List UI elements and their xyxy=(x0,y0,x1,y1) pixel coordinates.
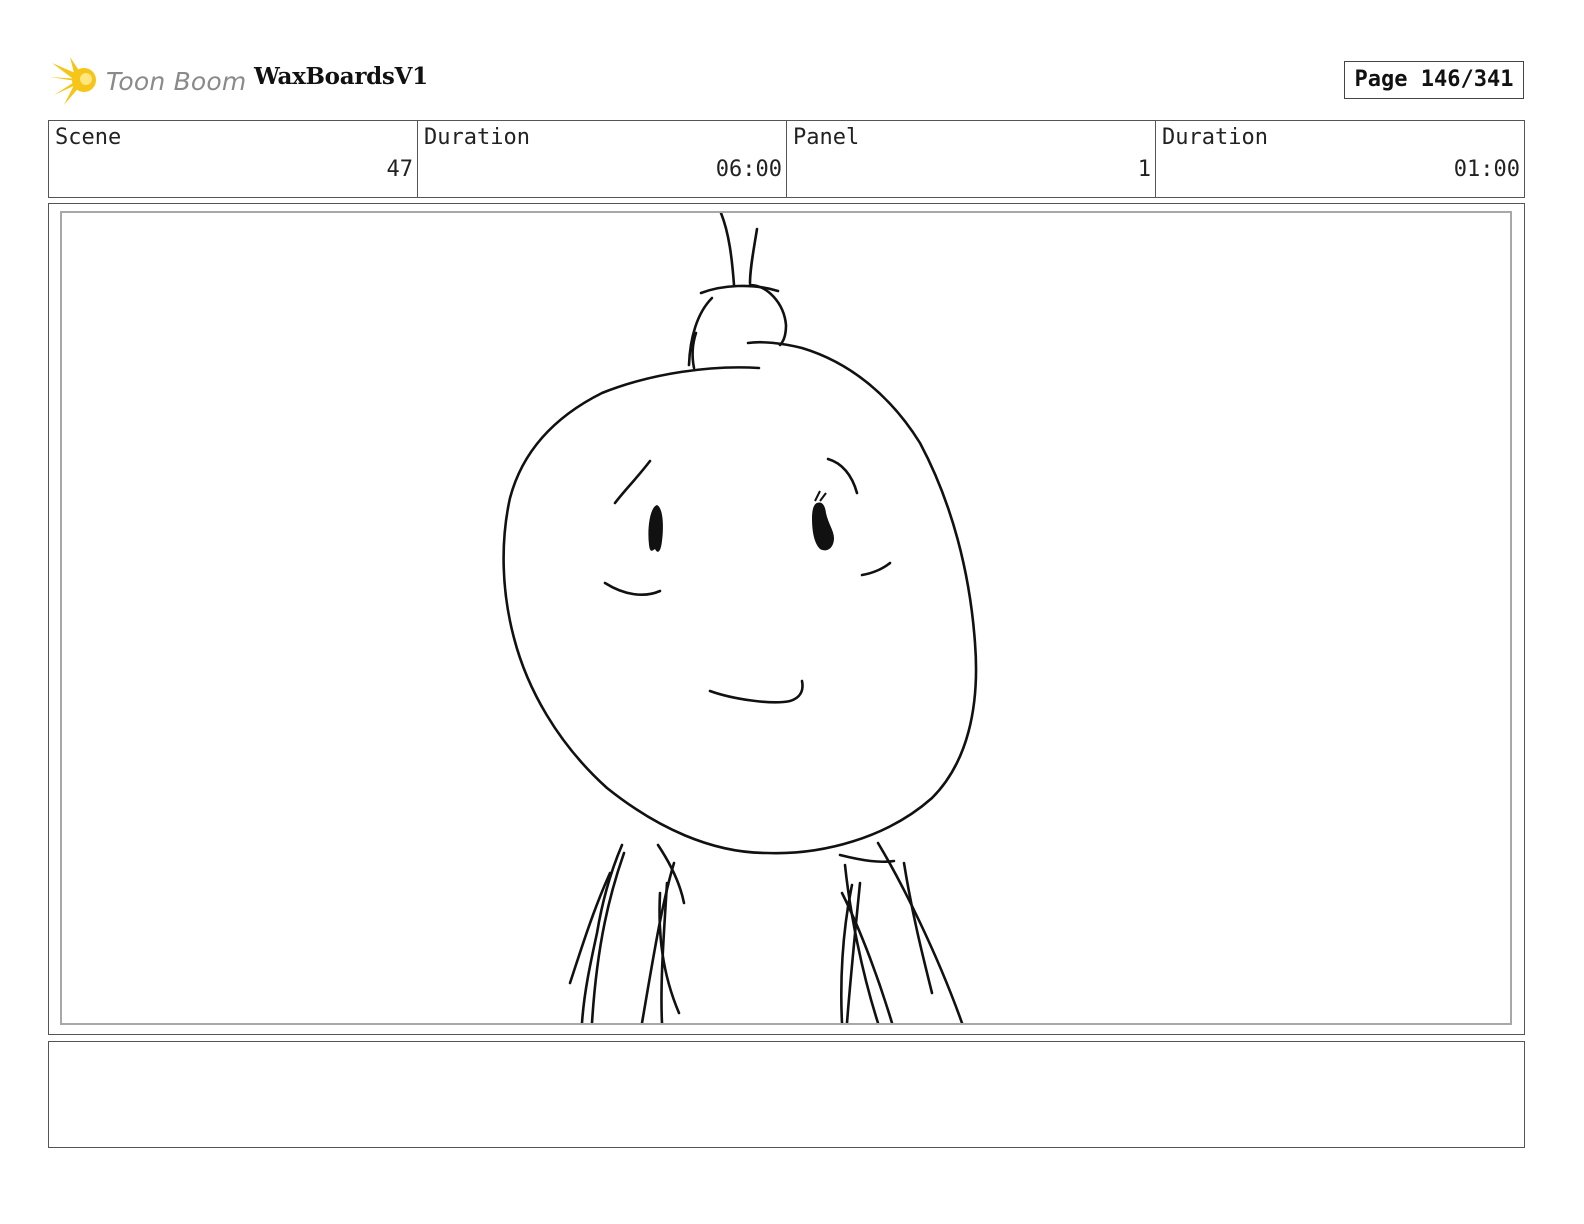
panel-label: Panel xyxy=(793,125,860,150)
scene-duration-label: Duration xyxy=(424,125,530,150)
starburst-icon xyxy=(50,57,96,105)
panel-info-row: Scene 47 Duration 06:00 Panel 1 Duration… xyxy=(48,120,1525,198)
character-sketch xyxy=(502,213,978,1023)
panel-duration-cell: Duration 01:00 xyxy=(1156,121,1524,197)
panel-cell: Panel 1 xyxy=(787,121,1156,197)
scene-duration-cell: Duration 06:00 xyxy=(418,121,787,197)
panel-image-area xyxy=(60,211,1512,1025)
panel-duration-label: Duration xyxy=(1162,125,1268,150)
scene-duration-value: 06:00 xyxy=(715,157,782,182)
logo-text: Toon Boom xyxy=(106,66,247,96)
toon-boom-logo: Toon Boom xyxy=(50,55,246,107)
panel-value: 1 xyxy=(1137,157,1151,182)
scene-cell: Scene 47 xyxy=(49,121,418,197)
page-number: Page 146/341 xyxy=(1344,61,1524,99)
panel-notes-area xyxy=(48,1041,1525,1148)
storyboard-panel xyxy=(48,203,1525,1035)
panel-duration-value: 01:00 xyxy=(1453,157,1520,182)
scene-value: 47 xyxy=(386,157,414,182)
project-title: WaxBoardsV1 xyxy=(254,63,428,90)
scene-label: Scene xyxy=(55,125,122,150)
